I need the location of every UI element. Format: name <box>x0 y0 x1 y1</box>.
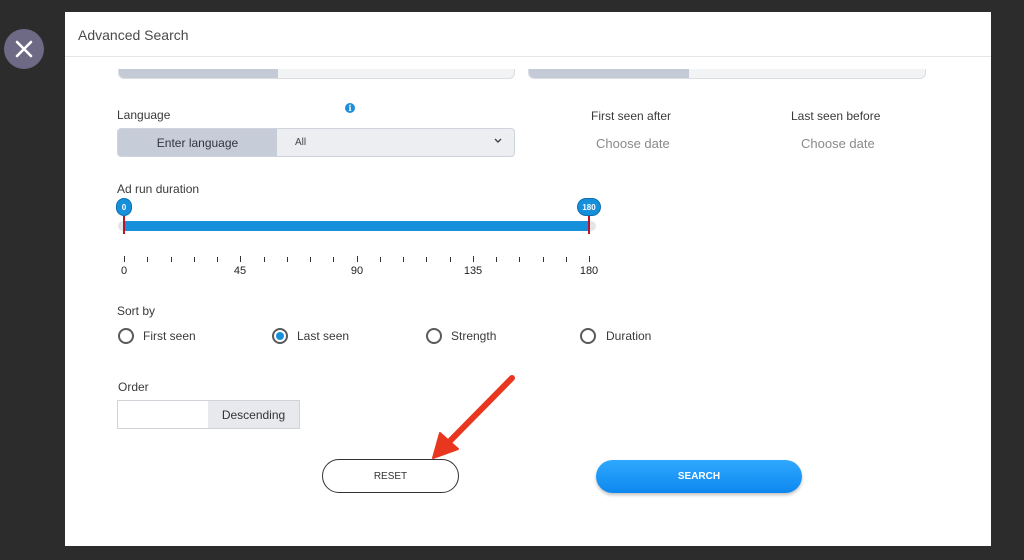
modal-header: Advanced Search <box>65 12 991 57</box>
close-button[interactable] <box>4 29 44 69</box>
scale-tick <box>194 257 195 262</box>
radio-strength[interactable] <box>426 328 442 344</box>
scale-tick <box>426 257 427 262</box>
scale-tick-label: 90 <box>350 265 364 277</box>
scrolled-field-left[interactable] <box>118 69 515 79</box>
chevron-down-icon <box>494 138 502 143</box>
close-icon <box>15 40 33 58</box>
radio-last-seen[interactable] <box>272 328 288 344</box>
order-ascending-slot[interactable] <box>118 401 208 428</box>
max-handle-stem <box>588 216 590 234</box>
modal-title: Advanced Search <box>78 27 189 43</box>
reset-button[interactable]: RESET <box>322 459 459 493</box>
radio-first-seen-label: First seen <box>143 329 196 343</box>
radio-first-seen[interactable] <box>118 328 134 344</box>
scale-tick-label: 135 <box>463 265 483 277</box>
sort-by-label: Sort by <box>117 304 156 318</box>
enter-language-button[interactable]: Enter language <box>118 129 277 156</box>
max-handle[interactable]: 180 <box>578 199 600 215</box>
scale-tick <box>519 257 520 262</box>
last-seen-before-label: Last seen before <box>791 109 881 123</box>
scale-tick-label: 180 <box>579 265 599 277</box>
min-handle[interactable]: 0 <box>117 199 131 215</box>
radio-duration[interactable] <box>580 328 596 344</box>
language-label: Language <box>117 108 171 122</box>
ad-run-duration-label: Ad run duration <box>117 182 200 196</box>
scale-tick-label: 45 <box>233 265 247 277</box>
scale-tick <box>147 257 148 262</box>
min-handle-stem <box>123 216 125 234</box>
scale-tick <box>171 257 172 262</box>
scale-tick <box>217 257 218 262</box>
scale-tick <box>543 257 544 262</box>
scale-tick <box>496 257 497 262</box>
scale-tick-label: 0 <box>120 265 128 277</box>
last-seen-date-input[interactable]: Choose date <box>801 136 875 151</box>
scale-tick <box>403 257 404 262</box>
order-descending-button[interactable]: Descending <box>208 401 299 428</box>
scale-tick <box>124 256 125 262</box>
radio-strength-label: Strength <box>451 329 497 343</box>
scale-tick <box>333 257 334 262</box>
scale-tick <box>450 257 451 262</box>
scale-tick <box>380 257 381 262</box>
scale-tick <box>287 257 288 262</box>
scale-tick <box>310 257 311 262</box>
advanced-search-modal: Advanced Search Language i Enter languag… <box>65 12 991 546</box>
language-select[interactable]: All <box>277 129 514 156</box>
scale-tick <box>264 257 265 262</box>
first-seen-after-label: First seen after <box>591 109 672 123</box>
duration-slider-range <box>124 221 589 231</box>
scale-tick <box>473 256 474 262</box>
radio-duration-label: Duration <box>606 329 652 343</box>
scale-tick <box>357 256 358 262</box>
scale-tick <box>589 256 590 262</box>
info-icon[interactable]: i <box>345 103 355 113</box>
order-label: Order <box>118 380 149 394</box>
search-button[interactable]: SEARCH <box>596 460 802 493</box>
scale-tick <box>240 256 241 262</box>
scrolled-field-right[interactable] <box>528 69 926 79</box>
language-select-value: All <box>295 137 307 148</box>
language-field: Enter language All <box>117 128 515 157</box>
radio-last-seen-label: Last seen <box>297 329 350 343</box>
first-seen-date-input[interactable]: Choose date <box>596 136 670 151</box>
scale-tick <box>566 257 567 262</box>
order-toggle: Descending <box>117 400 300 429</box>
